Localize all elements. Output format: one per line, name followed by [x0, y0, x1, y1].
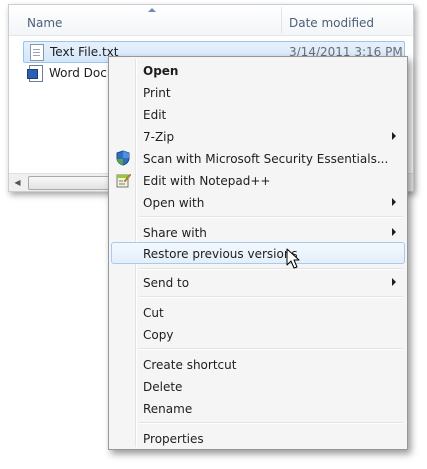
submenu-arrow-icon: [392, 278, 396, 286]
word-document-icon: [27, 65, 43, 82]
column-header-date-modified[interactable]: Date modified: [289, 16, 374, 30]
menu-item-label: Delete: [143, 380, 183, 394]
submenu-arrow-icon: [392, 132, 396, 140]
menu-item-label: Open: [143, 64, 179, 78]
menu-item-label: Restore previous versions: [143, 247, 298, 261]
menu-item-label: Print: [143, 86, 171, 100]
menu-item-properties[interactable]: Properties: [111, 427, 405, 449]
menu-item-label: Edit with Notepad++: [143, 174, 271, 188]
menu-item-label: Properties: [143, 432, 204, 446]
mouse-pointer-icon: [286, 248, 300, 269]
menu-item-label: Scan with Microsoft Security Essentials.…: [143, 152, 389, 166]
menu-separator: [139, 422, 403, 424]
menu-item-label: Send to: [143, 276, 190, 290]
sort-ascending-icon: [148, 8, 156, 12]
menu-item-restore-previous-versions[interactable]: Restore previous versions: [111, 242, 405, 264]
menu-separator: [139, 296, 403, 298]
column-header: Name Date modified: [9, 5, 413, 36]
menu-item-copy[interactable]: Copy: [111, 323, 405, 345]
menu-item-open-with[interactable]: Open with: [111, 191, 405, 213]
context-menu: Open Print Edit 7-Zip Scan with Microsof…: [108, 56, 408, 450]
menu-item-scan-security-essentials[interactable]: Scan with Microsoft Security Essentials.…: [111, 147, 405, 169]
menu-item-7-zip[interactable]: 7-Zip: [111, 125, 405, 147]
menu-item-share-with[interactable]: Share with: [111, 221, 405, 243]
menu-item-label: Share with: [143, 226, 207, 240]
submenu-arrow-icon: [392, 228, 396, 236]
menu-item-label: Open with: [143, 196, 205, 210]
menu-item-label: Copy: [143, 328, 174, 342]
text-file-icon: [30, 44, 44, 61]
scrollbar-thumb[interactable]: [28, 176, 120, 190]
notepad-plus-plus-icon: [116, 173, 131, 188]
menu-separator: [139, 348, 403, 350]
menu-separator: [139, 216, 403, 218]
menu-item-label: Edit: [143, 108, 167, 122]
menu-item-cut[interactable]: Cut: [111, 301, 405, 323]
menu-item-label: Rename: [143, 402, 193, 416]
menu-item-rename[interactable]: Rename: [111, 397, 405, 419]
screen: Name Date modified Text File.txt 3/14/20…: [0, 0, 427, 469]
menu-item-edit-notepad-plus-plus[interactable]: Edit with Notepad++: [111, 169, 405, 191]
file-name: Word Doc -: [49, 66, 115, 80]
column-divider[interactable]: [281, 7, 282, 33]
menu-separator: [139, 268, 403, 270]
menu-item-open[interactable]: Open: [111, 59, 405, 81]
menu-item-label: Cut: [143, 306, 164, 320]
menu-item-label: Create shortcut: [143, 358, 237, 372]
column-header-name[interactable]: Name: [27, 16, 62, 30]
menu-item-edit[interactable]: Edit: [111, 103, 405, 125]
scroll-left-icon[interactable]: ◀: [9, 174, 26, 191]
menu-item-delete[interactable]: Delete: [111, 375, 405, 397]
menu-item-label: 7-Zip: [143, 130, 175, 144]
menu-item-send-to[interactable]: Send to: [111, 271, 405, 293]
security-essentials-icon: [116, 150, 130, 166]
menu-item-create-shortcut[interactable]: Create shortcut: [111, 353, 405, 375]
menu-item-print[interactable]: Print: [111, 81, 405, 103]
submenu-arrow-icon: [392, 198, 396, 206]
